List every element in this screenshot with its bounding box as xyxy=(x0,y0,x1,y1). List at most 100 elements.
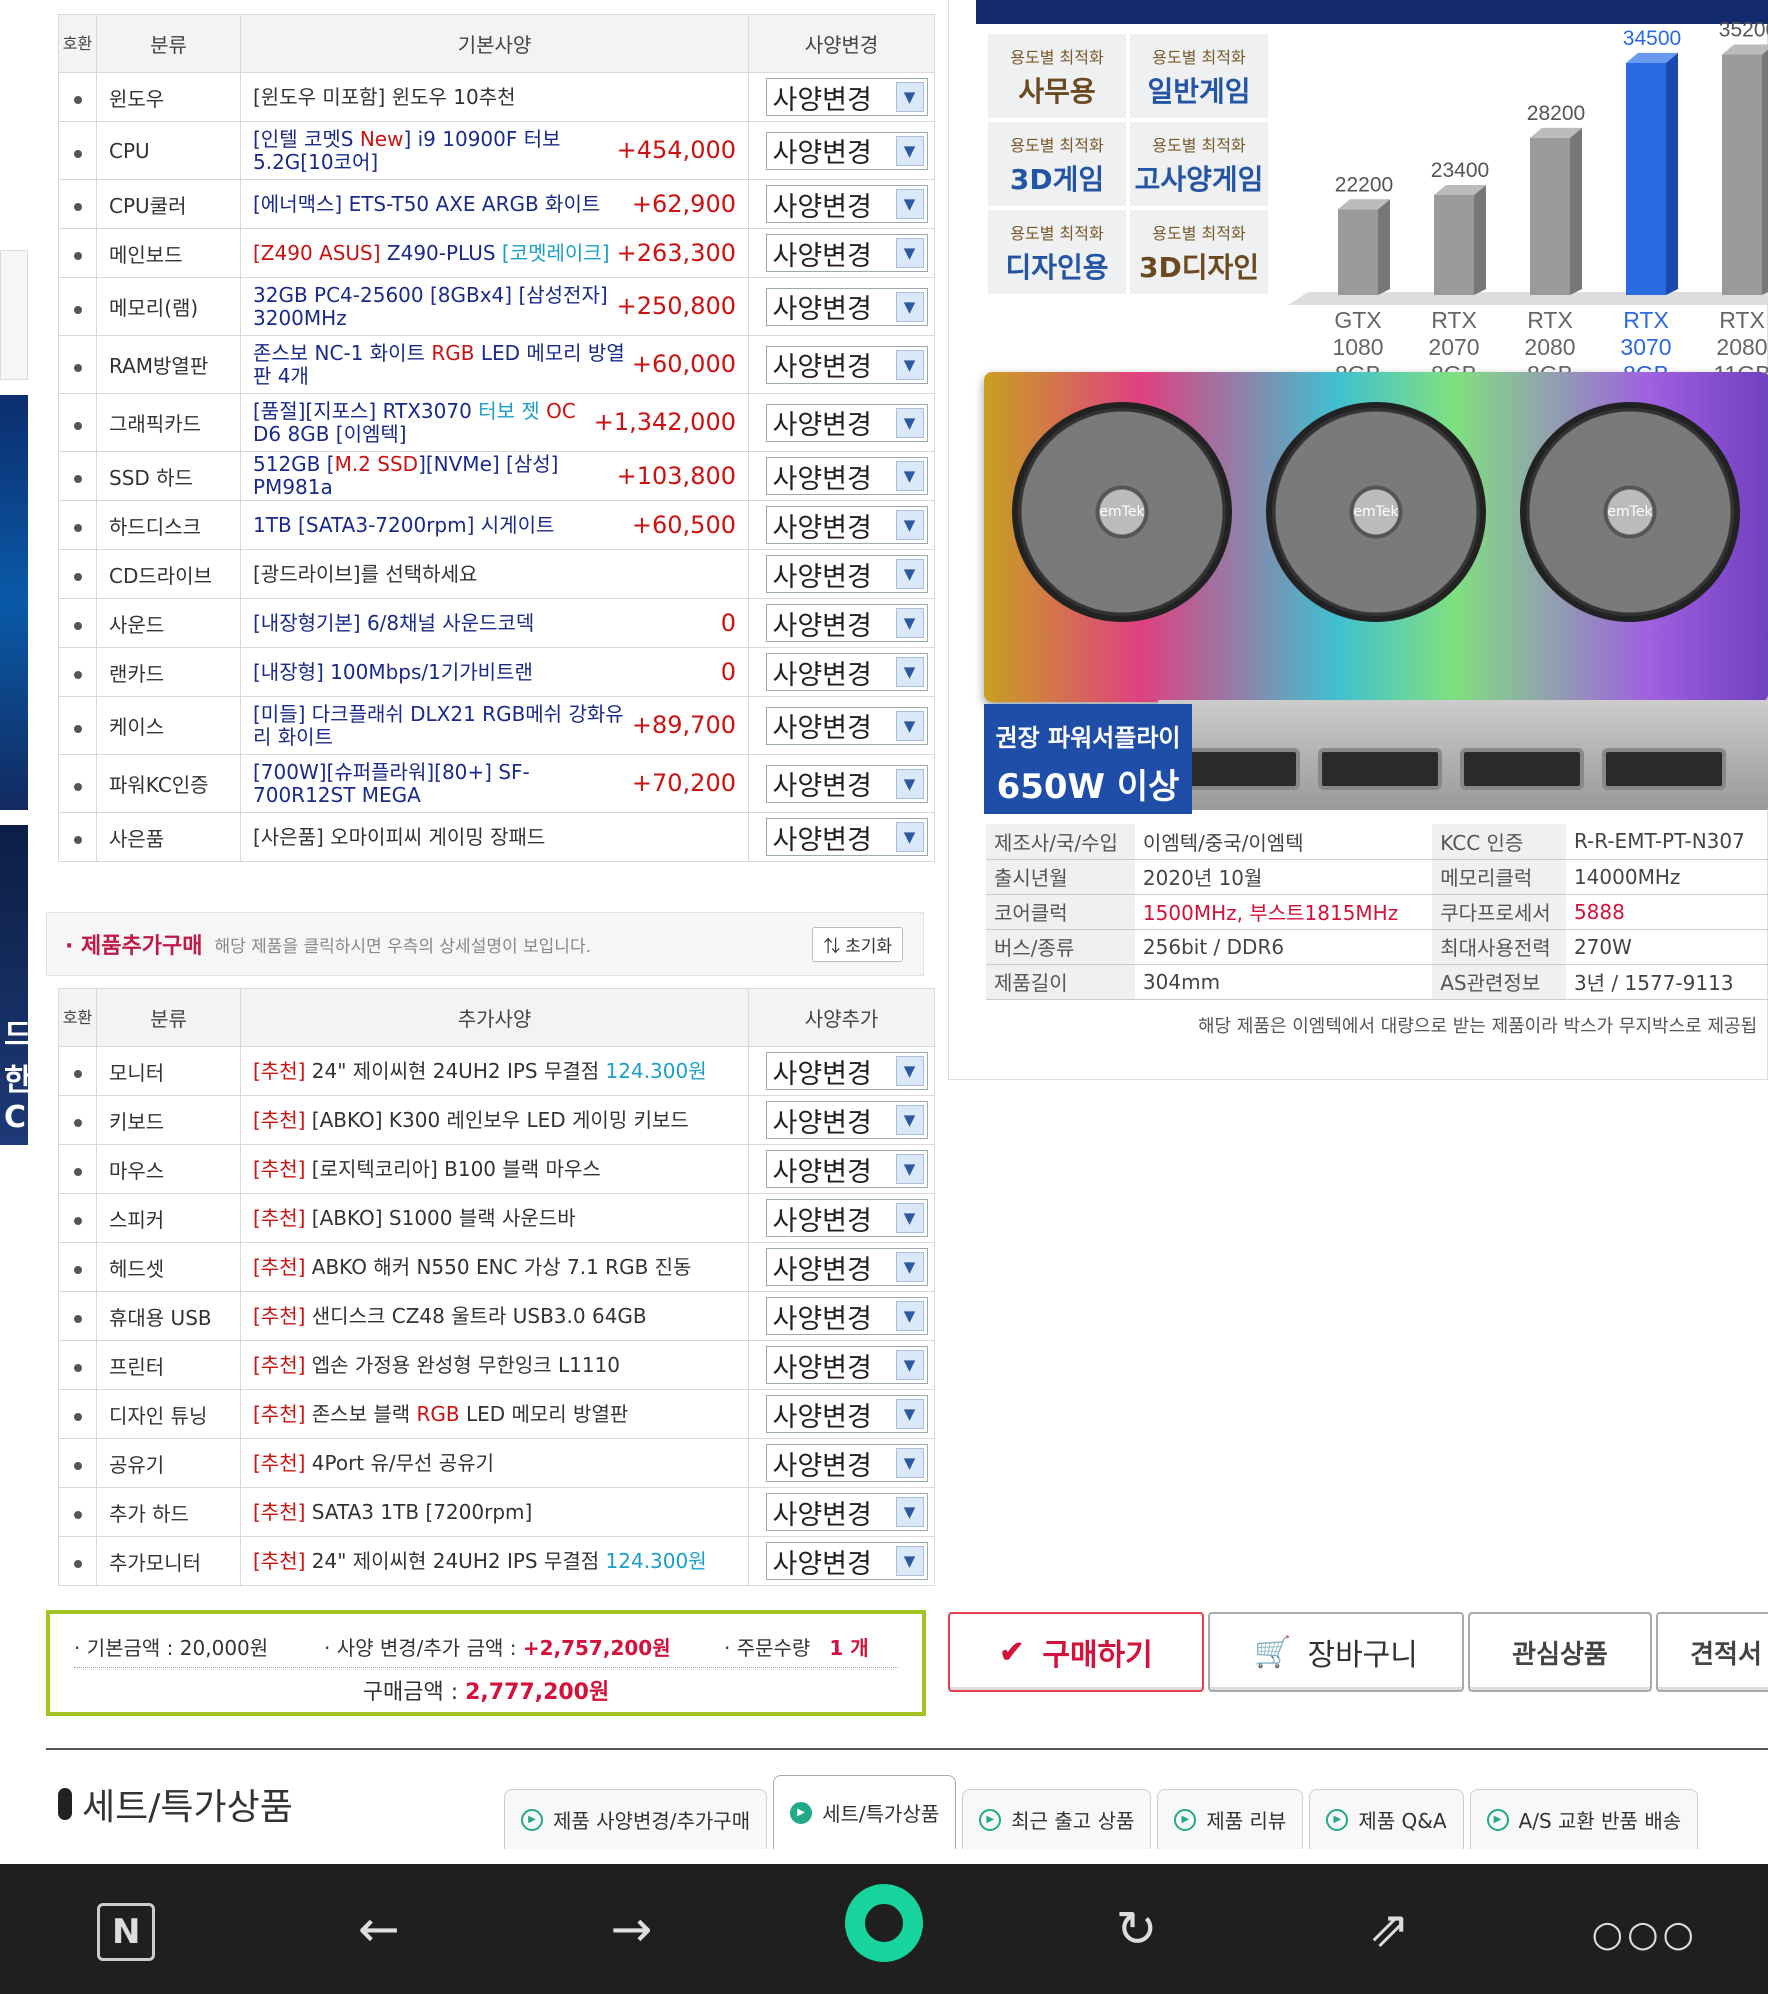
tab-0[interactable]: ▶ 제품 사양변경/추가구매 xyxy=(504,1789,768,1849)
tab-3[interactable]: ▶ 제품 리뷰 xyxy=(1157,1789,1304,1849)
table-row[interactable]: 랜카드 [내장형] 100Mbps/1기가비트랜 0 사양변경 ▼ xyxy=(58,647,935,697)
tab-5[interactable]: ▶ A/S 교환 반품 배송 xyxy=(1469,1789,1699,1849)
option-select[interactable]: 사양변경 ▼ xyxy=(765,506,928,544)
back-button[interactable]: ← xyxy=(329,1900,429,1958)
table-row[interactable]: 추가 하드 [추천] SATA3 1TB [7200rpm] 사양변경 ▼ xyxy=(58,1487,935,1537)
more-button[interactable]: ○○○ xyxy=(1592,1900,1694,1958)
row-spec[interactable]: [추천] 엡손 가정용 완성형 무한잉크 L1110 xyxy=(240,1340,749,1390)
reset-button[interactable]: ⇅ 초기화 xyxy=(812,927,903,962)
table-row[interactable]: 스피커 [추천] [ABKO] S1000 블랙 사운드바 사양변경 ▼ xyxy=(58,1193,935,1243)
row-spec[interactable]: [에너맥스] ETS-T50 AXE ARGB 화이트 +62,900 xyxy=(240,179,749,229)
row-spec[interactable]: [윈도우 미포함] 윈도우 10추천 xyxy=(240,72,749,122)
option-select[interactable]: 사양변경 ▼ xyxy=(765,706,928,745)
row-spec[interactable]: [사은품] 오마이피씨 게이밍 장패드 xyxy=(240,812,749,862)
row-spec[interactable]: [미들] 다크플래쉬 DLX21 RGB메쉬 강화유리 화이트 +89,700 xyxy=(240,696,749,755)
table-row[interactable]: 그래픽카드 [품절][지포스] RTX3070 터보 젯 OC D6 8GB [이… xyxy=(58,393,935,452)
table-row[interactable]: 키보드 [추천] [ABKO] K300 레인보우 LED 게이밍 키보드 사양변경… xyxy=(58,1095,935,1145)
table-row[interactable]: 메모리(램) 32GB PC4-25600 [8GBx4] [삼성전자] 3200… xyxy=(58,277,935,336)
use-box[interactable]: 용도별 최적화 3D디자인 xyxy=(1130,210,1268,294)
option-select[interactable]: 사양변경 ▼ xyxy=(765,1248,928,1286)
table-row[interactable]: 마우스 [추천] [로지텍코리아] B100 블랙 마우스 사양변경 ▼ xyxy=(58,1144,935,1194)
row-spec[interactable]: [추천] 샌디스크 CZ48 울트라 USB3.0 64GB xyxy=(240,1291,749,1341)
row-spec[interactable]: [품절][지포스] RTX3070 터보 젯 OC D6 8GB [이엠텍] +1… xyxy=(240,393,749,452)
option-select[interactable]: 사양변경 ▼ xyxy=(765,457,928,495)
option-select[interactable]: 사양변경 ▼ xyxy=(765,1297,928,1335)
table-row[interactable]: 프린터 [추천] 엡손 가정용 완성형 무한잉크 L1110 사양변경 ▼ xyxy=(58,1340,935,1390)
option-select[interactable]: 사양변경 ▼ xyxy=(765,1150,928,1188)
tab-2[interactable]: ▶ 최근 출고 상품 xyxy=(962,1789,1152,1849)
table-row[interactable]: 사은품 [사은품] 오마이피씨 게이밍 장패드 사양변경 ▼ xyxy=(58,812,935,862)
use-box[interactable]: 용도별 최적화 일반게임 xyxy=(1130,34,1268,118)
table-row[interactable]: 모니터 [추천] 24" 제이씨현 24UH2 IPS 무결점 124.300원 사… xyxy=(58,1046,935,1096)
cart-button[interactable]: 🛒 장바구니 xyxy=(1208,1612,1464,1692)
row-spec[interactable]: [700W][슈퍼플라워][80+] SF-700R12ST MEGA +70,2… xyxy=(240,754,749,813)
use-box[interactable]: 용도별 최적화 디자인용 xyxy=(988,210,1126,294)
row-spec[interactable]: [Z490 ASUS] Z490-PLUS [코멧레이크] +263,300 xyxy=(240,228,749,278)
left-edge-banner-1[interactable] xyxy=(0,250,28,380)
option-select[interactable]: 사양변경 ▼ xyxy=(765,1101,928,1139)
forward-button[interactable]: → xyxy=(581,1900,681,1958)
row-spec[interactable]: 존스보 NC-1 화이트 RGB LED 메모리 방열판 4개 +60,000 xyxy=(240,335,749,394)
table-row[interactable]: SSD 하드 512GB [M.2 SSD][NVMe] [삼성] PM981a +… xyxy=(58,451,935,501)
option-select[interactable]: 사양변경 ▼ xyxy=(765,287,928,326)
table-row[interactable]: 메인보드 [Z490 ASUS] Z490-PLUS [코멧레이크] +263,30… xyxy=(58,228,935,278)
option-select[interactable]: 사양변경 ▼ xyxy=(765,1199,928,1237)
option-select[interactable]: 사양변경 ▼ xyxy=(765,653,928,691)
row-spec[interactable]: [인텔 코멧S New] i9 10900F 터보5.2G[10코어] +454,… xyxy=(240,121,749,180)
row-spec[interactable]: [추천] SATA3 1TB [7200rpm] xyxy=(240,1487,749,1537)
tab-1[interactable]: ▶ 세트/특가상품 xyxy=(773,1775,957,1849)
option-select[interactable]: 사양변경 ▼ xyxy=(765,1493,928,1531)
quote-button[interactable]: 견적서 xyxy=(1656,1612,1768,1692)
row-spec[interactable]: [추천] 24" 제이씨현 24UH2 IPS 무결점 124.300원 xyxy=(240,1536,749,1586)
row-spec[interactable]: 1TB [SATA3-7200rpm] 시게이트 +60,500 xyxy=(240,500,749,550)
table-row[interactable]: 추가모니터 [추천] 24" 제이씨현 24UH2 IPS 무결점 124.300… xyxy=(58,1536,935,1586)
option-select[interactable]: 사양변경 ▼ xyxy=(765,403,928,442)
green-dot-button[interactable] xyxy=(834,1884,934,1974)
buy-button[interactable]: ✔ 구매하기 xyxy=(948,1612,1204,1692)
table-row[interactable]: CPU [인텔 코멧S New] i9 10900F 터보5.2G[10코어] +4… xyxy=(58,121,935,180)
row-spec[interactable]: [추천] [ABKO] S1000 블랙 사운드바 xyxy=(240,1193,749,1243)
table-row[interactable]: 헤드셋 [추천] ABKO 해커 N550 ENC 가상 7.1 RGB 진동 사양… xyxy=(58,1242,935,1292)
option-select[interactable]: 사양변경 ▼ xyxy=(765,185,928,223)
row-spec[interactable]: 512GB [M.2 SSD][NVMe] [삼성] PM981a +103,80… xyxy=(240,451,749,501)
row-spec[interactable]: [추천] 24" 제이씨현 24UH2 IPS 무결점 124.300원 xyxy=(240,1046,749,1096)
table-row[interactable]: RAM방열판 존스보 NC-1 화이트 RGB LED 메모리 방열판 4개 +60… xyxy=(58,335,935,394)
left-edge-banner-2[interactable] xyxy=(0,395,28,810)
share-button[interactable]: ⇗ xyxy=(1339,1900,1439,1958)
table-row[interactable]: CD드라이브 [광드라이브]를 선택하세요 사양변경 ▼ xyxy=(58,549,935,599)
option-select[interactable]: 사양변경 ▼ xyxy=(765,1052,928,1090)
row-spec[interactable]: 32GB PC4-25600 [8GBx4] [삼성전자] 3200MHz +25… xyxy=(240,277,749,336)
table-row[interactable]: 하드디스크 1TB [SATA3-7200rpm] 시게이트 +60,500 사양변경… xyxy=(58,500,935,550)
use-box[interactable]: 용도별 최적화 3D게임 xyxy=(988,122,1126,206)
table-row[interactable]: 디자인 튜닝 [추천] 존스보 블랙 RGB LED 메모리 방열판 사양변경 ▼ xyxy=(58,1389,935,1439)
naver-home-button[interactable]: N xyxy=(76,1897,176,1961)
refresh-button[interactable]: ↻ xyxy=(1087,1900,1187,1958)
table-row[interactable]: 케이스 [미들] 다크플래쉬 DLX21 RGB메쉬 강화유리 화이트 +89,70… xyxy=(58,696,935,755)
row-spec[interactable]: [추천] [ABKO] K300 레인보우 LED 게이밍 키보드 xyxy=(240,1095,749,1145)
wishlist-button[interactable]: 관심상품 xyxy=(1468,1612,1652,1692)
row-spec[interactable]: [추천] [로지텍코리아] B100 블랙 마우스 xyxy=(240,1144,749,1194)
option-select[interactable]: 사양변경 ▼ xyxy=(765,555,928,593)
row-spec[interactable]: [추천] 존스보 블랙 RGB LED 메모리 방열판 xyxy=(240,1389,749,1439)
row-spec[interactable]: [광드라이브]를 선택하세요 xyxy=(240,549,749,599)
row-spec[interactable]: [추천] 4Port 유/무선 공유기 xyxy=(240,1438,749,1488)
left-edge-banner-3[interactable]: 드한C xyxy=(0,825,32,1145)
table-row[interactable]: 휴대용 USB [추천] 샌디스크 CZ48 울트라 USB3.0 64GB 사양변… xyxy=(58,1291,935,1341)
option-select[interactable]: 사양변경 ▼ xyxy=(765,604,928,642)
option-select[interactable]: 사양변경 ▼ xyxy=(765,78,928,116)
table-row[interactable]: 파워KC인증 [700W][슈퍼플라워][80+] SF-700R12ST MEG… xyxy=(58,754,935,813)
row-spec[interactable]: [내장형] 100Mbps/1기가비트랜 0 xyxy=(240,647,749,697)
option-select[interactable]: 사양변경 ▼ xyxy=(765,345,928,384)
option-select[interactable]: 사양변경 ▼ xyxy=(765,1444,928,1482)
table-row[interactable]: 윈도우 [윈도우 미포함] 윈도우 10추천 사양변경 ▼ xyxy=(58,72,935,122)
table-row[interactable]: 공유기 [추천] 4Port 유/무선 공유기 사양변경 ▼ xyxy=(58,1438,935,1488)
option-select[interactable]: 사양변경 ▼ xyxy=(765,131,928,170)
use-box[interactable]: 용도별 최적화 사무용 xyxy=(988,34,1126,118)
use-box[interactable]: 용도별 최적화 고사양게임 xyxy=(1130,122,1268,206)
row-spec[interactable]: [내장형기본] 6/8채널 사운드코덱 0 xyxy=(240,598,749,648)
option-select[interactable]: 사양변경 ▼ xyxy=(765,1542,928,1580)
tab-4[interactable]: ▶ 제품 Q&A xyxy=(1309,1789,1464,1849)
option-select[interactable]: 사양변경 ▼ xyxy=(765,764,928,803)
table-row[interactable]: 사운드 [내장형기본] 6/8채널 사운드코덱 0 사양변경 ▼ xyxy=(58,598,935,648)
option-select[interactable]: 사양변경 ▼ xyxy=(765,1395,928,1433)
